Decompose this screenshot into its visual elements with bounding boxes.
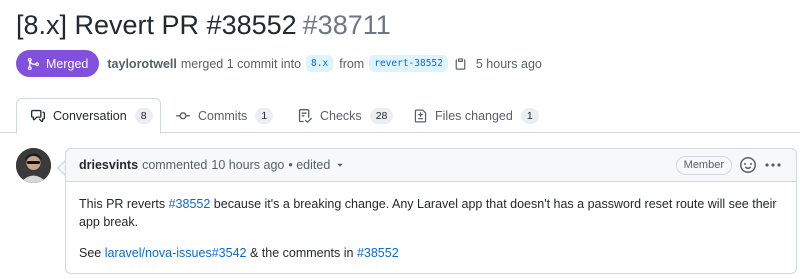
tab-conversation[interactable]: Conversation 8 bbox=[16, 98, 161, 134]
merge-time: 5 hours ago bbox=[475, 56, 542, 71]
comment-p2-start: See bbox=[79, 246, 105, 260]
comment-paragraph-1: This PR reverts #38552 because it's a br… bbox=[79, 195, 783, 231]
copy-branch-icon[interactable] bbox=[454, 57, 467, 71]
tab-commits-count: 1 bbox=[255, 108, 274, 124]
comment-body: This PR reverts #38552 because it's a br… bbox=[66, 182, 796, 262]
tab-checks-count: 28 bbox=[369, 108, 394, 124]
tab-conversation-count: 8 bbox=[134, 108, 153, 124]
pr-title-text: [8.x] Revert PR #38552 bbox=[16, 10, 297, 40]
git-commit-icon bbox=[176, 112, 190, 120]
merged-text: merged 1 commit into bbox=[180, 56, 302, 71]
timeline-comment: driesvints commented 10 hours ago • edit… bbox=[65, 148, 797, 274]
comment-timestamp-link[interactable]: 10 hours ago bbox=[211, 158, 284, 172]
kebab-horizontal-icon[interactable] bbox=[764, 157, 782, 173]
pr-tabs: Conversation 8 Commits 1 Checks 28 Files… bbox=[0, 98, 800, 134]
merged-status-badge: Merged bbox=[16, 50, 100, 77]
edited-dropdown[interactable]: • edited bbox=[288, 158, 344, 172]
checklist-icon bbox=[298, 109, 312, 123]
tab-checks[interactable]: Checks 28 bbox=[298, 98, 394, 134]
comment-p1-start: This PR reverts bbox=[79, 197, 169, 211]
tab-files-changed[interactable]: Files changed 1 bbox=[414, 98, 539, 134]
edited-label: • edited bbox=[288, 158, 331, 172]
pr-author-link[interactable]: taylorotwell bbox=[107, 57, 176, 71]
tab-files-changed-label: Files changed bbox=[435, 109, 513, 123]
tab-checks-label: Checks bbox=[320, 109, 362, 123]
member-role-badge: Member bbox=[675, 156, 732, 175]
comment-discussion-icon bbox=[31, 109, 45, 123]
nova-issue-link[interactable]: laravel/nova-issues#3542 bbox=[105, 246, 247, 260]
from-text: from bbox=[339, 56, 365, 71]
tab-conversation-label: Conversation bbox=[53, 109, 127, 123]
git-merge-icon bbox=[27, 57, 40, 70]
smiley-reaction-icon[interactable] bbox=[740, 157, 756, 173]
comment-paragraph-2: See laravel/nova-issues#3542 & the comme… bbox=[79, 244, 783, 262]
pr-meta: Merged taylorotwell merged 1 commit into… bbox=[16, 50, 542, 77]
merged-status-label: Merged bbox=[46, 56, 89, 71]
base-branch-link[interactable]: 8.x bbox=[306, 55, 334, 72]
comment-p2-mid: & the comments in bbox=[246, 246, 357, 260]
comment-header: driesvints commented 10 hours ago • edit… bbox=[66, 149, 796, 182]
pr-reference-link[interactable]: #38552 bbox=[169, 197, 211, 211]
comment-action-text: commented bbox=[142, 158, 208, 172]
avatar[interactable] bbox=[16, 148, 51, 183]
file-diff-icon bbox=[414, 109, 427, 123]
tab-files-changed-count: 1 bbox=[520, 108, 539, 124]
pr-reference-link-2[interactable]: #38552 bbox=[357, 246, 399, 260]
comment-author-link[interactable]: driesvints bbox=[79, 158, 138, 172]
pr-title: [8.x] Revert PR #38552 #38711 bbox=[16, 7, 391, 43]
head-branch-link[interactable]: revert-38552 bbox=[369, 55, 448, 72]
tab-commits-label: Commits bbox=[198, 109, 248, 123]
triangle-down-icon bbox=[337, 163, 344, 167]
tab-commits[interactable]: Commits 1 bbox=[176, 98, 274, 134]
pr-number: #38711 bbox=[302, 10, 391, 40]
